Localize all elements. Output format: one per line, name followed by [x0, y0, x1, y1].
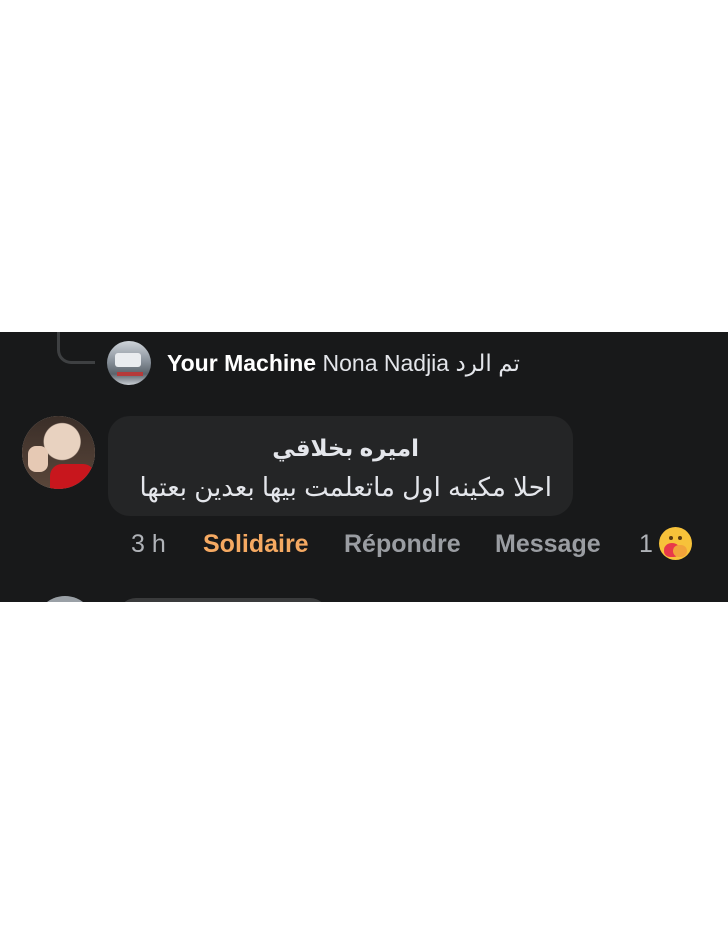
your-machine-avatar[interactable] [107, 341, 151, 385]
reply-status: تم الرد [455, 350, 520, 376]
reaction-button[interactable]: Solidaire [203, 527, 309, 561]
next-commenter-avatar[interactable] [35, 596, 95, 602]
reaction-count[interactable]: 1 [639, 527, 653, 561]
care-icon-left-eye [669, 536, 673, 540]
reply-summary[interactable]: Your Machine Nona Nadjia تم الرد [167, 348, 520, 378]
care-icon-right-eye [678, 536, 682, 540]
next-comment-bubble[interactable] [118, 598, 328, 602]
avatar-dress [50, 464, 95, 489]
comment-text: احلا مكينه اول ماتعلمت بيها بعدين بعتها [139, 472, 552, 502]
care-icon-hand [673, 545, 687, 557]
care-icon[interactable] [659, 527, 692, 560]
reply-page-name[interactable]: Your Machine [167, 350, 316, 376]
thread-connector-line [57, 332, 95, 364]
commenter-avatar[interactable] [22, 416, 95, 489]
machine-image [115, 353, 141, 367]
comment-author[interactable]: اميره بخلاقي [272, 433, 419, 463]
reply-user-name: Nona Nadjia [322, 350, 450, 376]
avatar-label-band [117, 372, 143, 376]
avatar-hand [28, 446, 48, 472]
comment-thread: Your Machine Nona Nadjia تم الرد اميره ب… [0, 332, 728, 602]
message-button[interactable]: Message [495, 527, 601, 561]
reply-button[interactable]: Répondre [344, 527, 461, 561]
comment-timestamp[interactable]: 3 h [131, 527, 166, 561]
